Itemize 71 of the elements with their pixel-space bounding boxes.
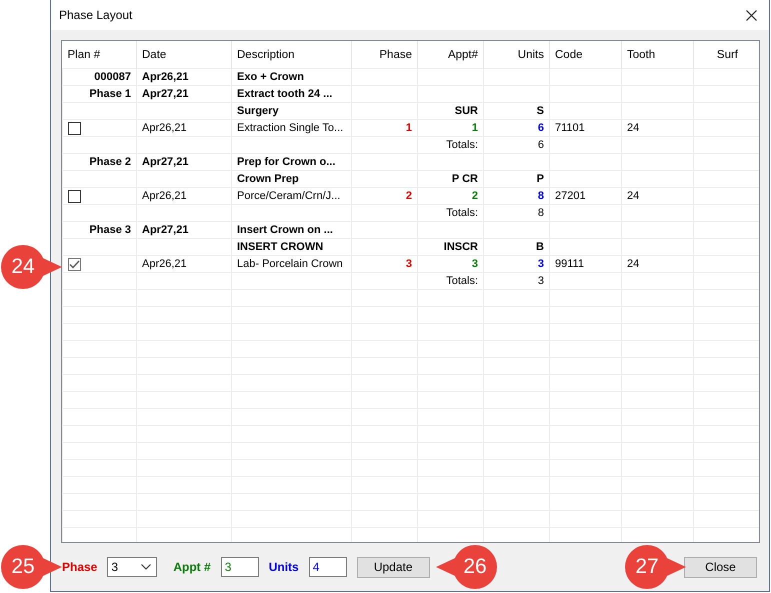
table-cell: 8 bbox=[538, 190, 544, 202]
table-cell: 24 bbox=[627, 258, 640, 270]
table-cell: S bbox=[536, 105, 544, 117]
column-header[interactable]: Date bbox=[142, 48, 166, 60]
table-cell: 24 bbox=[627, 190, 640, 202]
table-cell: 3 bbox=[538, 275, 544, 287]
table-cell: Totals: bbox=[446, 275, 478, 287]
appt-field[interactable]: 3 bbox=[220, 557, 259, 577]
appt-label: Appt # bbox=[173, 560, 211, 574]
table-cell: P bbox=[536, 173, 544, 185]
units-field[interactable]: 4 bbox=[308, 557, 347, 577]
table-cell: 2 bbox=[406, 190, 412, 202]
table-cell: 71101 bbox=[555, 122, 585, 134]
table-cell: P CR bbox=[452, 173, 478, 185]
table-cell: 6 bbox=[538, 139, 544, 151]
table-cell: B bbox=[536, 241, 544, 253]
table-cell: Apr26,21 bbox=[142, 71, 188, 83]
table-cell: Apr26,21 bbox=[142, 258, 187, 270]
table-cell: 3 bbox=[406, 258, 412, 270]
column-header[interactable]: Surf bbox=[716, 48, 738, 60]
table-cell: Crown Prep bbox=[237, 173, 299, 185]
table-cell: 3 bbox=[538, 258, 544, 270]
table-cell: 8 bbox=[538, 207, 544, 219]
table-cell: Apr26,21 bbox=[142, 190, 187, 202]
column-header[interactable]: Plan # bbox=[68, 48, 100, 60]
table-cell: 99111 bbox=[555, 258, 584, 270]
table-cell: Totals: bbox=[446, 207, 478, 219]
table-cell: INSERT CROWN bbox=[237, 241, 324, 253]
table-cell: Apr26,21 bbox=[142, 122, 187, 134]
table-cell: Prep for Crown o... bbox=[237, 156, 336, 168]
phase-label: Phase bbox=[62, 560, 98, 574]
table-cell: 27201 bbox=[555, 190, 586, 202]
caret-icon[interactable] bbox=[141, 564, 152, 570]
table-cell: Phase 2 bbox=[89, 156, 131, 168]
column-header[interactable]: Appt# bbox=[448, 48, 478, 60]
table-cell: INSCR bbox=[444, 241, 478, 253]
column-header[interactable]: Code bbox=[555, 48, 582, 60]
table-cell: Apr27,21 bbox=[142, 156, 188, 168]
column-header[interactable]: Phase bbox=[379, 48, 412, 60]
table-cell: 2 bbox=[472, 190, 478, 202]
row-checkbox[interactable] bbox=[68, 190, 81, 203]
table-cell: Totals: bbox=[446, 139, 478, 151]
table-cell: 6 bbox=[538, 122, 544, 134]
close-button[interactable]: Close bbox=[684, 556, 757, 578]
table-cell: Extract tooth 24 ... bbox=[237, 88, 332, 100]
table-cell: Surgery bbox=[237, 105, 279, 117]
table-cell: 1 bbox=[472, 122, 478, 134]
window-title: Phase Layout bbox=[59, 8, 132, 22]
table-cell: Porce/Ceram/Crn/J... bbox=[237, 190, 340, 202]
update-button[interactable]: Update bbox=[356, 556, 430, 578]
table-cell: Apr27,21 bbox=[142, 224, 188, 236]
table-cell: Insert Crown on ... bbox=[237, 224, 333, 236]
table-cell: 000087 bbox=[94, 71, 131, 83]
table-cell: Phase 1 bbox=[89, 88, 131, 100]
close-icon[interactable] bbox=[746, 10, 757, 20]
row-checkbox[interactable] bbox=[68, 122, 81, 135]
table-cell: 3 bbox=[472, 258, 478, 270]
table-cell: Exo + Crown bbox=[237, 71, 304, 83]
column-header[interactable]: Description bbox=[237, 48, 295, 60]
table-cell: 1 bbox=[406, 122, 412, 134]
table-cell: Lab- Porcelain Crown bbox=[237, 258, 343, 270]
table-cell: Phase 3 bbox=[89, 224, 131, 236]
row-checkbox[interactable] bbox=[68, 258, 81, 271]
table-cell: SUR bbox=[454, 105, 478, 117]
column-header[interactable]: Tooth bbox=[627, 48, 656, 60]
table-cell: 24 bbox=[627, 122, 640, 134]
table-cell: Apr27,21 bbox=[142, 88, 188, 100]
phase-select[interactable]: 3 bbox=[107, 557, 158, 577]
column-header[interactable]: Units bbox=[518, 48, 544, 60]
units-label: Units bbox=[268, 560, 299, 574]
table-cell: Extraction Single To... bbox=[237, 122, 344, 134]
